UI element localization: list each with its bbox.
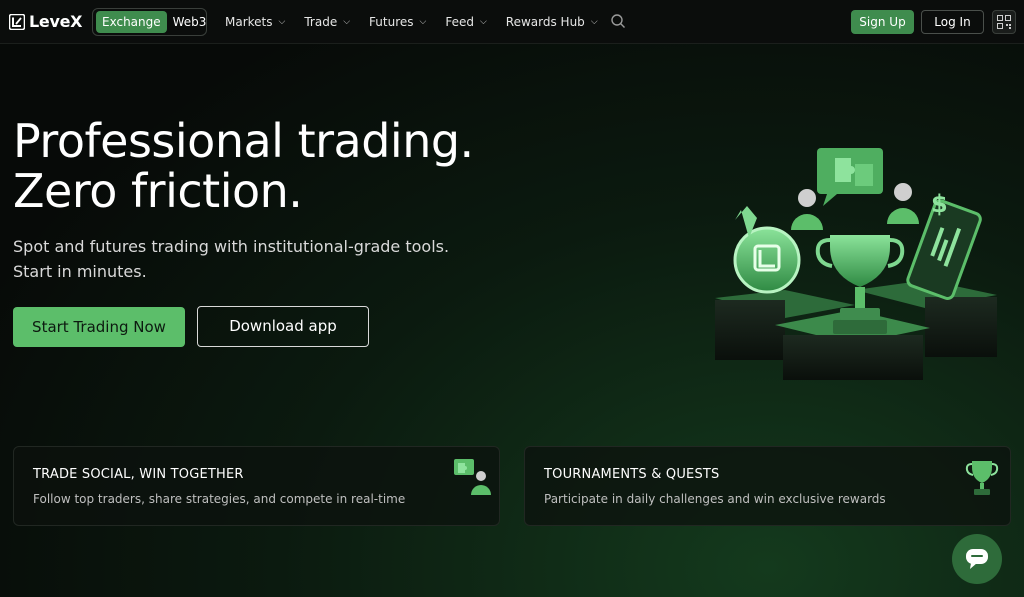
chevron-down-icon: ⌵ (278, 17, 286, 27)
puzzle-people-icon (454, 459, 491, 495)
chevron-down-icon: ⌵ (419, 17, 427, 27)
nav-item-feed[interactable]: Feed ⌵ (445, 15, 486, 29)
main-nav: Markets ⌵ Trade ⌵ Futures ⌵ Feed ⌵ Rewar… (225, 0, 617, 44)
exchange-web3-switch: Exchange Web3 (92, 8, 207, 36)
hero-title: Professional trading. Zero friction. (13, 116, 573, 216)
chevron-down-icon: ⌵ (343, 17, 351, 27)
mode-option-web3[interactable]: Web3 (167, 11, 213, 33)
chevron-down-icon: ⌵ (590, 17, 598, 27)
hero-subtitle: Spot and futures trading with institutio… (13, 234, 533, 284)
nav-item-label: Futures (369, 15, 414, 29)
hero-title-line: Professional trading. (13, 114, 474, 168)
nav-item-label: Trade (304, 15, 338, 29)
chat-icon (966, 549, 988, 569)
mode-option-exchange[interactable]: Exchange (96, 11, 167, 33)
nav-item-label: Markets (225, 15, 273, 29)
trophy-icon (965, 461, 999, 495)
hero-title-line: Zero friction. (13, 164, 303, 218)
nav-item-label: Feed (445, 15, 474, 29)
brand-logo[interactable]: LeveX (9, 12, 82, 31)
hero-trophy-illustration: $ (715, 148, 997, 380)
levex-logo-icon (9, 13, 25, 30)
nav-item-trade[interactable]: Trade ⌵ (304, 15, 350, 29)
chevron-down-icon: ⌵ (479, 17, 487, 27)
feature-card-title: TRADE SOCIAL, WIN TOGETHER (33, 467, 244, 482)
hero-subtitle-line: Spot and futures trading with institutio… (13, 237, 450, 256)
support-chat-button[interactable] (952, 534, 1002, 584)
top-navigation-bar: LeveX Exchange Web3 Markets ⌵ Trade ⌵ Fu… (0, 0, 1024, 44)
log-in-button[interactable]: Log In (921, 10, 984, 34)
sign-up-button[interactable]: Sign Up (851, 10, 914, 34)
start-trading-button[interactable]: Start Trading Now (13, 307, 185, 347)
feature-card-title: TOURNAMENTS & QUESTS (544, 467, 720, 482)
feature-card-social[interactable]: TRADE SOCIAL, WIN TOGETHER Follow top tr… (13, 446, 500, 526)
qr-code-button[interactable] (992, 10, 1016, 34)
qr-code-icon (997, 15, 1011, 29)
nav-item-label: Rewards Hub (505, 15, 585, 29)
brand-name: LeveX (29, 12, 83, 31)
feature-card-description: Follow top traders, share strategies, an… (33, 492, 406, 506)
svg-text:$: $ (931, 190, 948, 218)
search-icon[interactable] (610, 13, 626, 29)
nav-item-futures[interactable]: Futures ⌵ (369, 15, 426, 29)
nav-item-markets[interactable]: Markets ⌵ (225, 15, 285, 29)
nav-item-rewards-hub[interactable]: Rewards Hub ⌵ (506, 15, 598, 29)
feature-card-description: Participate in daily challenges and win … (544, 492, 886, 506)
feature-card-tournaments[interactable]: TOURNAMENTS & QUESTS Participate in dail… (524, 446, 1011, 526)
hero-subtitle-line: Start in minutes. (13, 262, 147, 281)
download-app-button[interactable]: Download app (197, 306, 369, 347)
